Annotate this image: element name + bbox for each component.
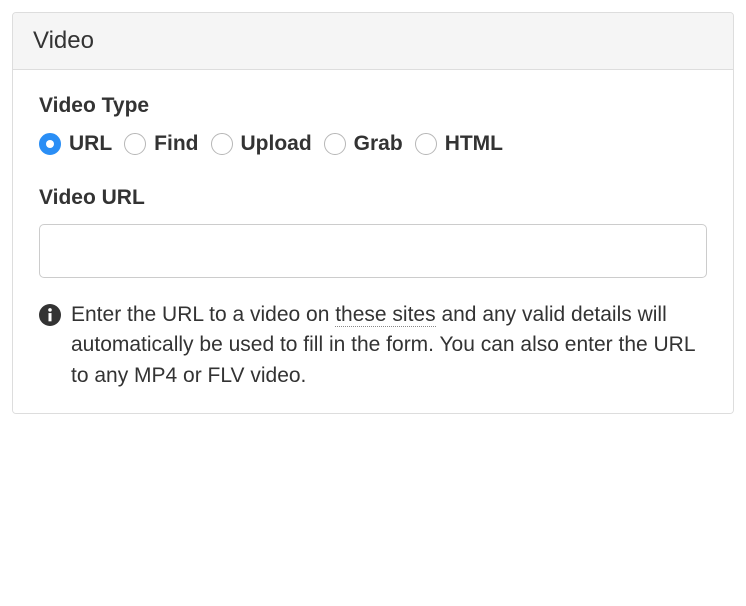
radio-option-find[interactable]: Find [124,132,198,156]
radio-icon [124,133,146,155]
panel-body: Video Type URL Find Upload Grab HTML [13,70,733,413]
radio-option-grab[interactable]: Grab [324,132,403,156]
video-url-input[interactable] [39,224,707,278]
video-type-radio-group: URL Find Upload Grab HTML [39,132,707,156]
radio-icon [39,133,61,155]
radio-icon [415,133,437,155]
radio-label: Upload [241,132,312,156]
radio-option-html[interactable]: HTML [415,132,503,156]
radio-option-url[interactable]: URL [39,132,112,156]
video-url-label: Video URL [39,186,707,210]
radio-label: URL [69,132,112,156]
help-text: Enter the URL to a video on these sites … [71,300,707,391]
radio-label: Grab [354,132,403,156]
panel-title: Video [13,13,733,70]
help-text-before: Enter the URL to a video on [71,303,335,326]
radio-option-upload[interactable]: Upload [211,132,312,156]
info-icon [39,304,61,326]
video-panel: Video Video Type URL Find Upload Grab [12,12,734,414]
radio-icon [211,133,233,155]
radio-label: Find [154,132,198,156]
these-sites-link[interactable]: these sites [335,303,435,327]
video-type-label: Video Type [39,94,707,118]
radio-label: HTML [445,132,503,156]
help-block: Enter the URL to a video on these sites … [39,300,707,391]
radio-icon [324,133,346,155]
